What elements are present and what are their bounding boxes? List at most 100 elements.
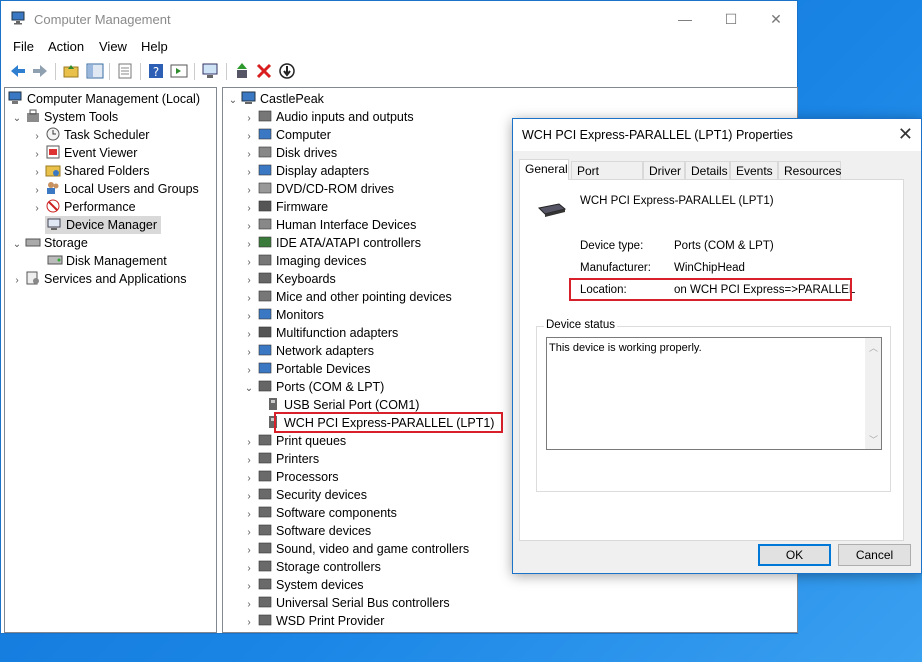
device-category-icon <box>258 488 272 500</box>
device-category-row[interactable]: › IDE ATA/ATAPI controllers <box>243 234 421 252</box>
tree-item-disk-management[interactable]: Disk Management <box>45 252 167 270</box>
toolbar-separator <box>140 63 141 80</box>
tab-driver[interactable]: Driver <box>643 161 685 179</box>
device-category-row[interactable]: › Mice and other pointing devices <box>243 288 451 306</box>
forward-arrow-icon[interactable] <box>31 62 49 80</box>
device-category-row[interactable]: › Multifunction adapters <box>243 324 398 342</box>
device-category-row[interactable]: › Disk drives <box>243 144 337 162</box>
tree-item-system-tools[interactable]: ⌄ System Tools <box>11 108 118 126</box>
device-category-row[interactable]: ⌄ Ports (COM & LPT) <box>243 378 385 398</box>
uninstall-x-icon[interactable] <box>255 62 273 80</box>
tree-item-computer-management[interactable]: Computer Management (Local) <box>6 90 200 108</box>
tree-item-storage[interactable]: ⌄ Storage <box>11 234 88 252</box>
device-category-row[interactable]: › Display adapters <box>243 162 369 180</box>
device-category-row[interactable]: › Network adapters <box>243 342 374 360</box>
chevron-right-icon[interactable]: › <box>31 200 43 218</box>
device-category-icon <box>258 560 272 572</box>
up-folder-icon[interactable] <box>62 62 80 80</box>
device-category-row[interactable]: › Computer <box>243 126 331 144</box>
tree-item-local-users[interactable]: › Local Users and Groups <box>31 180 199 198</box>
maximize-button[interactable]: ☐ <box>708 1 754 37</box>
device-category-row[interactable]: › Printers <box>243 450 319 468</box>
device-category-label: Printers <box>276 452 320 466</box>
device-category-label: Multifunction adapters <box>276 326 399 340</box>
chevron-down-icon[interactable]: ⌄ <box>243 380 255 398</box>
scan-hardware-icon[interactable] <box>201 62 219 80</box>
dialog-close-icon[interactable]: ✕ <box>898 124 913 145</box>
device-category-row[interactable]: › Human Interface Devices <box>243 216 416 234</box>
device-category-row[interactable]: › System devices <box>243 576 364 594</box>
scroll-down-icon[interactable]: ﹀ <box>869 433 878 446</box>
tree-item-event-viewer[interactable]: › Event Viewer <box>31 144 137 162</box>
device-category-row[interactable]: › Software components <box>243 504 397 522</box>
tab-general[interactable]: General <box>519 159 569 180</box>
device-type-label: Device type: <box>580 240 644 252</box>
dialog-title-bar[interactable]: WCH PCI Express-PARALLEL (LPT1) Properti… <box>513 119 921 151</box>
close-button[interactable]: ✕ <box>753 1 799 37</box>
menu-file[interactable]: File <box>13 39 34 54</box>
status-scrollbar[interactable]: ︿ ﹀ <box>865 338 881 449</box>
show-hide-tree-icon[interactable] <box>86 62 104 80</box>
tab-details[interactable]: Details <box>685 161 730 179</box>
device-category-label: Software components <box>276 506 397 520</box>
device-category-row[interactable]: › Firmware <box>243 198 328 216</box>
scroll-up-icon[interactable]: ︿ <box>869 341 878 354</box>
device-category-row[interactable]: › Audio inputs and outputs <box>243 108 414 126</box>
chevron-down-icon[interactable]: ⌄ <box>227 92 239 110</box>
tree-item-device-manager[interactable]: Device Manager <box>45 216 162 234</box>
action-pane-icon[interactable] <box>170 62 188 80</box>
device-category-row[interactable]: › Portable Devices <box>243 360 371 378</box>
ok-button[interactable]: OK <box>758 544 831 566</box>
update-driver-icon[interactable] <box>233 62 251 80</box>
device-category-label: Print queues <box>276 434 347 448</box>
cancel-button[interactable]: Cancel <box>838 544 911 566</box>
title-bar[interactable]: Computer Management — ☐ ✕ <box>1 1 797 37</box>
tree-item-services-applications[interactable]: › Services and Applications <box>11 270 186 288</box>
device-category-row[interactable]: › Universal Serial Bus controllers <box>243 594 449 612</box>
device-category-row[interactable]: › DVD/CD-ROM drives <box>243 180 394 198</box>
device-tree-root[interactable]: ⌄ CastlePeak <box>227 90 324 108</box>
tree-item-task-scheduler[interactable]: › Task Scheduler <box>31 126 149 144</box>
device-category-row[interactable]: › Sound, video and game controllers <box>243 540 469 558</box>
device-category-label: System devices <box>276 578 364 592</box>
device-category-row[interactable]: › Security devices <box>243 486 367 504</box>
device-category-label: WSD Print Provider <box>276 614 385 628</box>
menu-help[interactable]: Help <box>141 39 168 54</box>
general-tab-panel: WCH PCI Express-PARALLEL (LPT1) Device t… <box>519 179 904 541</box>
menu-action[interactable]: Action <box>48 39 84 54</box>
device-status-text: This device is working properly. <box>549 342 702 354</box>
device-category-row[interactable]: › Software devices <box>243 522 371 540</box>
chevron-right-icon[interactable]: › <box>243 614 255 632</box>
device-category-row[interactable]: › Print queues <box>243 432 346 450</box>
device-category-row[interactable]: › Monitors <box>243 306 324 324</box>
tab-port-settings[interactable]: Port Settings <box>571 161 643 196</box>
tree-item-shared-folders[interactable]: › Shared Folders <box>31 162 149 180</box>
tab-events[interactable]: Events <box>730 161 778 179</box>
disable-device-icon[interactable] <box>278 62 296 80</box>
device-name: WCH PCI Express-PARALLEL (LPT1) <box>580 195 774 207</box>
menu-bar: File Action View Help <box>1 37 797 57</box>
chevron-down-icon[interactable]: ⌄ <box>11 110 23 128</box>
tree-item-label: Device Manager <box>66 218 158 232</box>
tree-item-performance[interactable]: › Performance <box>31 198 136 216</box>
device-status-textbox[interactable]: This device is working properly. ︿ ﹀ <box>546 337 882 450</box>
device-category-row[interactable]: › Storage controllers <box>243 558 381 576</box>
device-category-row[interactable]: › WSD Print Provider <box>243 612 384 630</box>
properties-icon[interactable] <box>116 62 134 80</box>
device-category-label: Portable Devices <box>276 362 371 376</box>
dialog-title: WCH PCI Express-PARALLEL (LPT1) Properti… <box>522 128 793 142</box>
device-category-icon <box>258 164 272 176</box>
device-category-icon <box>258 470 272 482</box>
help-icon[interactable]: ? <box>147 62 165 80</box>
device-category-row[interactable]: › Processors <box>243 468 338 486</box>
back-arrow-icon[interactable] <box>9 62 27 80</box>
menu-view[interactable]: View <box>99 39 127 54</box>
clock-icon <box>46 127 60 141</box>
chevron-down-icon[interactable]: ⌄ <box>11 236 23 254</box>
minimize-button[interactable]: — <box>662 1 708 37</box>
tab-resources[interactable]: Resources <box>778 161 841 179</box>
device-category-label: Audio inputs and outputs <box>276 110 414 124</box>
device-category-row[interactable]: › Keyboards <box>243 270 335 288</box>
chevron-right-icon[interactable]: › <box>11 272 23 290</box>
device-category-row[interactable]: › Imaging devices <box>243 252 366 270</box>
